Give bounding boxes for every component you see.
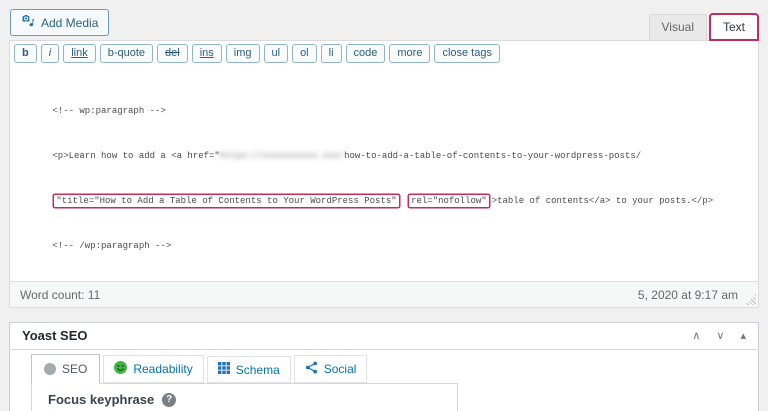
code-segment: "title="How to Add a Table of Contents t… <box>56 196 397 206</box>
quicktag-button[interactable]: img <box>225 44 260 63</box>
tab-readability[interactable]: Readability <box>103 355 204 383</box>
readability-smiley-icon <box>114 361 128 377</box>
code-line: <!-- /wp:paragraph --> <box>20 209 748 254</box>
tab-readability-label: Readability <box>133 362 193 376</box>
social-share-icon <box>305 361 318 377</box>
media-icon <box>21 14 35 31</box>
editor-status-bar: Word count: 11 5, 2020 at 9:17 am <box>10 281 758 307</box>
collapse-toggle-icon[interactable]: ▴ <box>740 329 746 343</box>
yoast-seo-metabox: Yoast SEO ∧ ∨ ▴ SEO Readability Schema S… <box>9 322 759 411</box>
quicktags-toolbar: b i link b-quote del ins img ul ol li code more clos… <box>10 41 758 65</box>
quicktag-button[interactable]: b-quote <box>99 44 154 63</box>
quicktag-button[interactable]: link <box>63 44 96 63</box>
code-line: "title="How to Add a Table of Contents t… <box>20 164 748 209</box>
code-segment: >table of contents</a> to your posts.</p… <box>491 196 714 206</box>
word-count: Word count: 11 <box>20 287 101 302</box>
quicktag-button[interactable]: close tags <box>434 44 500 63</box>
post-content-textarea[interactable]: <!-- wp:paragraph --> <p>Learn how to ad… <box>10 65 758 281</box>
editor-mode-tabs: Visual Text <box>648 13 760 41</box>
quicktag-button[interactable]: i <box>40 44 60 63</box>
code-line: <!-- wp:paragraph --> <box>20 74 748 119</box>
tab-schema[interactable]: Schema <box>206 356 291 383</box>
code-segment: <p>Learn how to add a <a href=" <box>52 151 220 161</box>
yoast-metabox-header[interactable]: Yoast SEO ∧ ∨ ▴ <box>10 323 758 350</box>
code-segment: rel="nofollow" <box>411 196 487 206</box>
tab-seo[interactable]: SEO <box>31 354 101 384</box>
tab-social[interactable]: Social <box>293 355 368 383</box>
help-icon[interactable]: ? <box>162 392 177 407</box>
tab-text[interactable]: Text <box>708 13 760 41</box>
schema-grid-icon <box>217 362 230 377</box>
quicktag-button[interactable]: del <box>157 44 188 63</box>
quicktag-button[interactable]: ol <box>292 44 317 63</box>
code-segment: <!-- wp:paragraph --> <box>52 106 166 116</box>
code-segment: https://xxxxxxxxxx.xxx/ <box>219 151 345 161</box>
tab-schema-label: Schema <box>235 362 280 377</box>
yoast-metabox-body: SEO Readability Schema Social Focus keyp… <box>10 350 758 411</box>
editor-top-bar: Add Media Visual Text <box>9 0 760 41</box>
add-media-button[interactable]: Add Media <box>10 9 110 36</box>
quicktag-button[interactable]: more <box>389 44 431 63</box>
tab-social-label: Social <box>323 362 357 376</box>
focus-keyphrase-label: Focus keyphrase <box>48 392 155 407</box>
yoast-seo-panel: Focus keyphrase ? <box>31 383 458 411</box>
tab-seo-label: SEO <box>62 362 88 376</box>
code-line: <p>Learn how to add a <a href="https://x… <box>20 119 748 164</box>
code-segment: how-to-add-a-table-of-contents-to-your-w… <box>344 151 642 161</box>
yoast-tabs: SEO Readability Schema Social <box>31 354 742 384</box>
quicktag-button[interactable]: li <box>320 44 342 63</box>
quicktag-button[interactable]: ins <box>191 44 222 63</box>
quicktag-button[interactable]: code <box>345 44 386 63</box>
yoast-title: Yoast SEO <box>22 328 88 343</box>
seo-circle-icon <box>44 363 56 375</box>
add-media-label: Add Media <box>41 15 99 30</box>
quicktag-button[interactable]: ul <box>263 44 289 63</box>
text-editor-container: b i link b-quote del ins img ul ol li code more clos… <box>9 40 759 308</box>
quicktag-button[interactable]: b <box>14 44 37 63</box>
tab-visual[interactable]: Visual <box>648 14 707 40</box>
last-edited-timestamp: 5, 2020 at 9:17 am <box>637 287 738 302</box>
move-down-icon[interactable]: ∨ <box>716 329 724 343</box>
code-segment: <!-- /wp:paragraph --> <box>52 241 172 251</box>
move-up-icon[interactable]: ∧ <box>692 329 700 343</box>
